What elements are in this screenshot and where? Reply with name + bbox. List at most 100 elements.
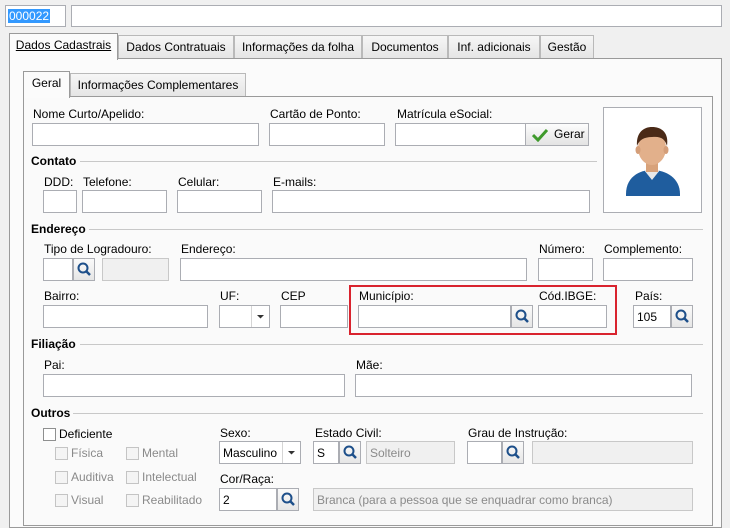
municipio-input[interactable] <box>358 305 511 328</box>
endereco-section-title: Endereço <box>31 222 86 236</box>
sexo-dropdown-button[interactable] <box>282 442 300 463</box>
cod-ibge-label: Cód.IBGE: <box>539 289 597 303</box>
nome-curto-input[interactable] <box>32 123 259 146</box>
cor-raca-code-value: 2 <box>223 493 230 507</box>
ddd-input[interactable] <box>43 190 77 213</box>
employee-photo[interactable] <box>603 107 702 213</box>
gerar-button[interactable]: Gerar <box>525 123 589 146</box>
chevron-down-icon <box>288 451 295 455</box>
emails-input[interactable] <box>272 190 590 213</box>
search-icon <box>506 445 520 459</box>
deficiente-label: Deficiente <box>59 427 113 441</box>
mae-label: Mãe: <box>356 358 383 372</box>
outros-separator <box>73 413 703 414</box>
intelectual-label: Intelectual <box>142 470 197 484</box>
form-content: Nome Curto/Apelido: Cartão de Ponto: Mat… <box>0 0 730 521</box>
sexo-value: Masculino <box>223 446 278 460</box>
intelectual-checkbox[interactable] <box>126 471 139 484</box>
numero-label: Número: <box>539 242 586 256</box>
deficiente-checkbox[interactable] <box>43 428 56 441</box>
search-icon <box>515 309 529 323</box>
telefone-input[interactable] <box>82 190 167 213</box>
cor-raca-code-input[interactable]: 2 <box>219 488 277 511</box>
estado-civil-search-button[interactable] <box>339 441 361 464</box>
filiacao-section-title: Filiação <box>31 337 76 351</box>
tipo-logradouro-desc <box>102 258 169 281</box>
cor-raca-desc: Branca (para a pessoa que se enquadrar c… <box>313 488 693 511</box>
estado-civil-label: Estado Civil: <box>315 426 382 440</box>
telefone-label: Telefone: <box>83 175 132 189</box>
search-icon <box>281 492 295 506</box>
search-icon <box>343 445 357 459</box>
contato-separator <box>80 161 597 162</box>
pais-label: País: <box>635 289 663 303</box>
grau-instrucao-label: Grau de Instrução: <box>468 426 568 440</box>
numero-input[interactable] <box>538 258 593 281</box>
visual-label: Visual <box>71 493 104 507</box>
search-icon <box>77 262 91 276</box>
user-avatar-icon <box>626 127 680 196</box>
tipo-logradouro-label: Tipo de Logradouro: <box>44 242 152 256</box>
endereco-input[interactable] <box>180 258 527 281</box>
uf-label: UF: <box>220 289 240 303</box>
visual-checkbox[interactable] <box>55 494 68 507</box>
mental-checkbox[interactable] <box>126 447 139 460</box>
uf-dropdown-button[interactable] <box>251 306 269 327</box>
mental-label: Mental <box>142 446 179 460</box>
pai-label: Pai: <box>44 358 65 372</box>
check-icon <box>532 128 548 142</box>
auditiva-label: Auditiva <box>71 470 114 484</box>
cep-label: CEP <box>281 289 306 303</box>
tipo-logradouro-input[interactable] <box>43 258 73 281</box>
endereco-separator <box>89 229 703 230</box>
pais-value: 105 <box>637 310 658 324</box>
estado-civil-code-value: S <box>317 446 326 460</box>
grau-instrucao-desc <box>532 441 693 464</box>
pais-search-button[interactable] <box>671 305 693 328</box>
mae-input[interactable] <box>355 374 692 397</box>
fisica-label: Física <box>71 446 104 460</box>
cartao-ponto-label: Cartão de Ponto: <box>270 107 361 121</box>
complemento-label: Complemento: <box>604 242 683 256</box>
auditiva-checkbox[interactable] <box>55 471 68 484</box>
matricula-label: Matrícula eSocial: <box>397 107 493 121</box>
fisica-checkbox[interactable] <box>55 447 68 460</box>
cartao-ponto-input[interactable] <box>269 123 385 146</box>
matricula-input[interactable] <box>395 123 526 146</box>
pai-input[interactable] <box>43 374 345 397</box>
estado-civil-code-input[interactable]: S <box>313 441 339 464</box>
emails-label: E-mails: <box>273 175 317 189</box>
cep-input[interactable] <box>280 305 348 328</box>
reabilitado-checkbox[interactable] <box>126 494 139 507</box>
bairro-input[interactable] <box>43 305 208 328</box>
grau-instrucao-search-button[interactable] <box>502 441 524 464</box>
bairro-label: Bairro: <box>44 289 80 303</box>
celular-input[interactable] <box>177 190 262 213</box>
complemento-input[interactable] <box>603 258 693 281</box>
chevron-down-icon <box>257 315 264 319</box>
sexo-label: Sexo: <box>220 426 251 440</box>
estado-civil-desc: Solteiro <box>366 441 455 464</box>
nome-curto-label: Nome Curto/Apelido: <box>33 107 145 121</box>
gerar-label: Gerar <box>554 127 585 141</box>
sexo-select[interactable]: Masculino <box>219 441 301 464</box>
uf-select[interactable] <box>219 305 270 328</box>
cor-raca-label: Cor/Raça: <box>220 472 275 486</box>
reabilitado-label: Reabilitado <box>142 493 203 507</box>
municipio-search-button[interactable] <box>511 305 533 328</box>
endereco-label: Endereço: <box>181 242 236 256</box>
contato-section-title: Contato <box>31 154 77 168</box>
pais-input[interactable]: 105 <box>633 305 671 328</box>
search-icon <box>675 309 689 323</box>
estado-civil-desc-value: Solteiro <box>370 446 411 460</box>
tipo-logradouro-search-button[interactable] <box>73 258 95 281</box>
grau-instrucao-code-input[interactable] <box>467 441 502 464</box>
cod-ibge-input[interactable] <box>538 305 607 328</box>
cor-raca-search-button[interactable] <box>277 488 299 511</box>
municipio-label: Município: <box>359 289 414 303</box>
cor-raca-desc-value: Branca (para a pessoa que se enquadrar c… <box>317 493 613 507</box>
celular-label: Celular: <box>178 175 220 189</box>
outros-section-title: Outros <box>31 406 71 420</box>
filiacao-separator <box>80 344 703 345</box>
ddd-label: DDD: <box>44 175 74 189</box>
